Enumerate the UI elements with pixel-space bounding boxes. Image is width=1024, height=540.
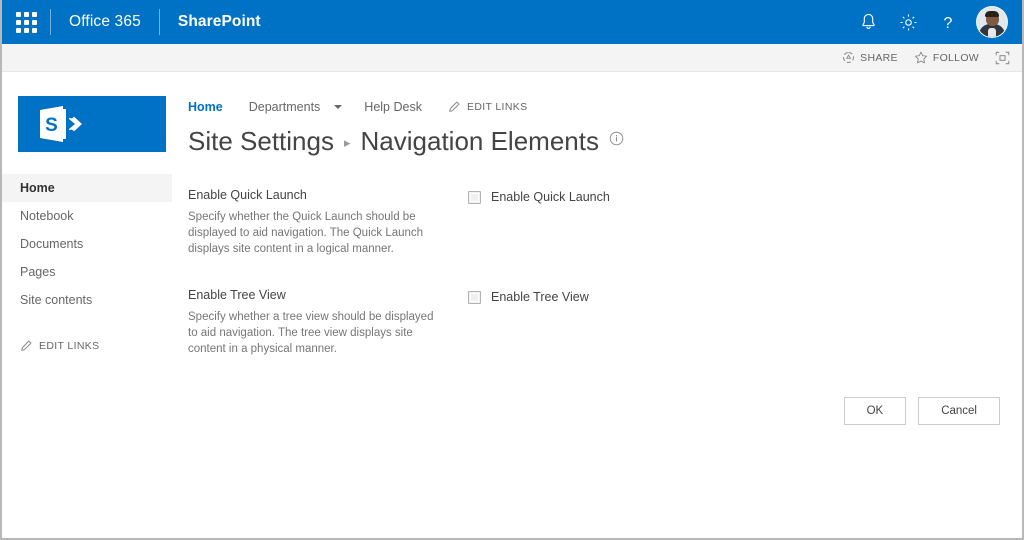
settings-form: Enable Quick Launch Specify whether the …: [172, 187, 1022, 425]
top-nav-item-help-desk[interactable]: Help Desk: [364, 100, 422, 114]
focus-on-content-icon: [995, 51, 1010, 65]
office365-brand-link[interactable]: Office 365: [51, 13, 159, 31]
suite-bar-actions: ?: [848, 0, 1022, 44]
enable-tree-view-checkbox-label[interactable]: Enable Tree View: [491, 289, 589, 305]
top-nav-edit-links-button[interactable]: EDIT LINKS: [448, 101, 528, 113]
help-question-mark-icon[interactable]: ?: [928, 0, 968, 44]
top-nav-edit-links-label: EDIT LINKS: [467, 101, 528, 113]
gear-icon[interactable]: [888, 0, 928, 44]
site-logo[interactable]: S: [18, 96, 166, 152]
pencil-icon: [448, 101, 460, 113]
command-bar: SHARE FOLLOW: [2, 44, 1022, 72]
star-icon: [914, 51, 928, 64]
share-button[interactable]: SHARE: [842, 51, 898, 64]
top-navigation: Home Departments Help Desk EDIT LINKS: [172, 94, 1022, 120]
form-action-buttons: OK Cancel: [188, 397, 1022, 425]
setting-help-text-tree-view: Specify whether a tree view should be di…: [188, 309, 444, 357]
main-column: Home Departments Help Desk EDIT LINKS Si…: [172, 72, 1022, 425]
setting-heading-tree-view: Enable Tree View: [188, 287, 444, 303]
waffle-dot: [32, 12, 37, 17]
setting-row-tree-view: Enable Tree View Specify whether a tree …: [188, 287, 1022, 357]
top-nav-item-home[interactable]: Home: [188, 100, 223, 114]
sidebar-item-documents[interactable]: Documents: [2, 230, 172, 258]
waffle-dot: [16, 28, 21, 33]
avatar-shirt: [988, 28, 996, 37]
focus-on-content-button[interactable]: [995, 51, 1010, 65]
sidebar-item-site-contents[interactable]: Site contents: [2, 286, 172, 314]
page-body: S Home Notebook Documents Pages Site con…: [2, 72, 1022, 537]
chevron-down-icon[interactable]: [330, 105, 346, 109]
chevron-down-triangle: [334, 105, 342, 109]
setting-description-tree-view: Enable Tree View Specify whether a tree …: [188, 287, 468, 357]
pencil-icon: [20, 340, 32, 352]
top-nav-item-departments[interactable]: Departments: [249, 100, 321, 114]
user-avatar[interactable]: [976, 6, 1008, 38]
info-icon[interactable]: [609, 131, 624, 146]
sharepoint-logo-icon: S: [38, 105, 98, 143]
sharepoint-page: Office 365 SharePoint: [0, 0, 1024, 540]
breadcrumb-parent-site-settings[interactable]: Site Settings: [188, 126, 334, 157]
sidebar-edit-links-label: EDIT LINKS: [39, 340, 100, 352]
page-title: Navigation Elements: [361, 126, 599, 157]
enable-quick-launch-checkbox[interactable]: [468, 191, 481, 204]
svg-text:S: S: [45, 115, 58, 136]
setting-control-tree-view: Enable Tree View: [468, 287, 1022, 305]
cancel-button[interactable]: Cancel: [918, 397, 1000, 425]
svg-text:?: ?: [944, 15, 953, 32]
setting-heading-quick-launch: Enable Quick Launch: [188, 187, 444, 203]
share-label: SHARE: [860, 52, 898, 64]
setting-control-quick-launch: Enable Quick Launch: [468, 187, 1022, 205]
ok-button[interactable]: OK: [844, 397, 907, 425]
follow-button[interactable]: FOLLOW: [914, 51, 979, 64]
waffle-grid: [16, 12, 37, 33]
suite-bar: Office 365 SharePoint: [2, 0, 1022, 44]
breadcrumb: Site Settings ▸ Navigation Elements: [172, 126, 1022, 157]
avatar-hair: [985, 11, 999, 17]
sidebar-item-pages[interactable]: Pages: [2, 258, 172, 286]
breadcrumb-separator-icon: ▸: [344, 135, 351, 151]
enable-tree-view-checkbox[interactable]: [468, 291, 481, 304]
waffle-dot: [24, 20, 29, 25]
waffle-dot: [24, 12, 29, 17]
setting-description-quick-launch: Enable Quick Launch Specify whether the …: [188, 187, 468, 257]
share-icon: [842, 51, 855, 64]
quick-launch-nav: Home Notebook Documents Pages Site conte…: [2, 174, 172, 318]
sidebar-edit-links-button[interactable]: EDIT LINKS: [20, 340, 172, 352]
waffle-dot: [24, 28, 29, 33]
waffle-dot: [16, 12, 21, 17]
follow-label: FOLLOW: [933, 52, 979, 64]
sharepoint-app-link[interactable]: SharePoint: [160, 13, 279, 31]
waffle-dot: [16, 20, 21, 25]
setting-row-quick-launch: Enable Quick Launch Specify whether the …: [188, 187, 1022, 257]
sidebar-item-notebook[interactable]: Notebook: [2, 202, 172, 230]
waffle-dot: [32, 20, 37, 25]
setting-help-text-quick-launch: Specify whether the Quick Launch should …: [188, 209, 444, 257]
waffle-dot: [32, 28, 37, 33]
app-launcher-waffle-icon[interactable]: [2, 0, 50, 44]
sidebar-item-home[interactable]: Home: [2, 174, 172, 202]
enable-quick-launch-checkbox-label[interactable]: Enable Quick Launch: [491, 189, 610, 205]
bell-icon[interactable]: [848, 0, 888, 44]
left-column: S Home Notebook Documents Pages Site con…: [2, 72, 172, 352]
